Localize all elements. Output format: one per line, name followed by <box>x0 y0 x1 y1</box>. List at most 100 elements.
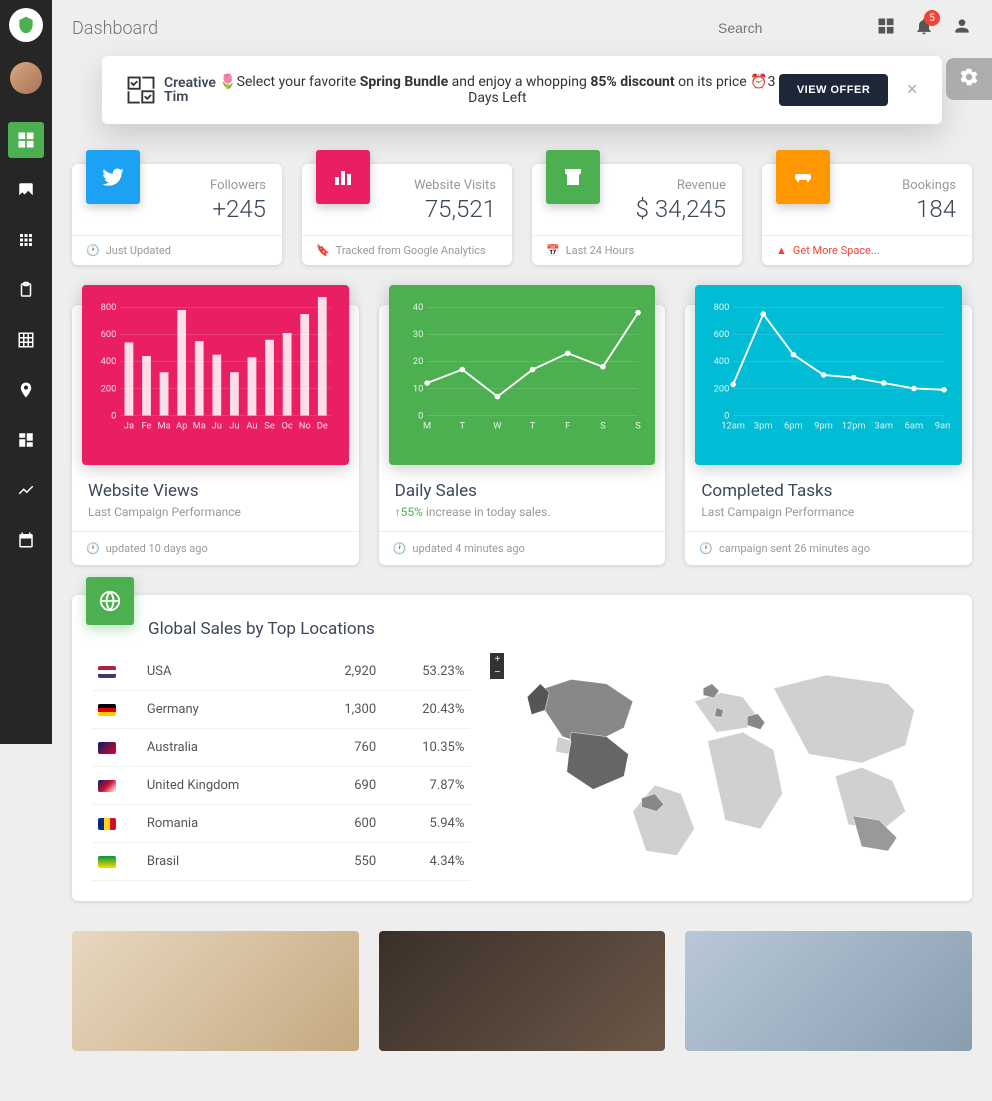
sidebar <box>0 0 52 744</box>
calendar-icon: 📅 <box>546 244 560 257</box>
svg-text:3pm: 3pm <box>754 421 773 432</box>
nav-widgets[interactable] <box>8 422 44 458</box>
nav-image[interactable] <box>8 172 44 208</box>
nav-dashboard[interactable] <box>8 122 44 158</box>
svg-text:200: 200 <box>714 383 730 394</box>
svg-text:Oc: Oc <box>281 421 292 432</box>
weekend-icon <box>776 150 830 204</box>
clock-icon: 🕐 <box>86 542 100 555</box>
nav-apps[interactable] <box>8 222 44 258</box>
user-avatar[interactable] <box>10 62 42 94</box>
search-input[interactable] <box>718 20 858 36</box>
line-chart: 020040060080012am3pm6pm9pm12pm3am6am9am <box>707 297 950 437</box>
svg-text:20: 20 <box>413 356 424 367</box>
stat-revenue: Revenue$ 34,245 📅Last 24 Hours <box>532 164 742 265</box>
svg-text:40: 40 <box>413 302 424 313</box>
svg-text:No: No <box>299 421 311 432</box>
banner-close-icon[interactable]: ✕ <box>906 82 918 98</box>
update-icon: 🕐 <box>86 244 100 257</box>
table-row: Australia76010.35% <box>92 729 470 767</box>
global-sales-card: Global Sales by Top Locations USA2,92053… <box>72 595 972 901</box>
svg-text:Se: Se <box>264 421 275 432</box>
stat-followers: Followers+245 🕐Just Updated <box>72 164 282 265</box>
svg-text:Ma: Ma <box>193 421 206 432</box>
settings-fab[interactable] <box>946 58 992 100</box>
clock-icon: 🕐 <box>699 542 713 555</box>
world-map-svg <box>490 653 952 873</box>
svg-text:S: S <box>635 421 641 432</box>
svg-text:T: T <box>459 421 465 432</box>
svg-text:Au: Au <box>246 421 257 432</box>
view-offer-button[interactable]: VIEW OFFER <box>779 74 888 106</box>
svg-text:6am: 6am <box>905 421 924 432</box>
nav-calendar[interactable] <box>8 522 44 558</box>
clock-icon: 🕐 <box>393 542 407 555</box>
svg-text:M: M <box>423 421 431 432</box>
banner-message: 🌷Select your favorite Spring Bundle and … <box>216 74 779 106</box>
account-icon[interactable] <box>952 16 972 40</box>
line-chart: 010203040MTWTFSS <box>401 297 644 437</box>
svg-text:W: W <box>493 421 502 432</box>
nav-location[interactable] <box>8 372 44 408</box>
stat-visits: Website Visits75,521 🔖Tracked from Googl… <box>302 164 512 265</box>
bar-chart-icon <box>316 150 370 204</box>
image-card-3[interactable] <box>685 931 972 1051</box>
table-row: Brasil5504.34% <box>92 843 470 881</box>
svg-text:12pm: 12pm <box>842 421 866 432</box>
svg-text:6pm: 6pm <box>784 421 803 432</box>
globe-icon <box>86 577 134 625</box>
notifications-icon[interactable]: 5 <box>914 16 934 40</box>
svg-text:30: 30 <box>413 329 424 340</box>
svg-text:600: 600 <box>101 329 117 340</box>
logo[interactable] <box>9 8 43 42</box>
svg-text:9am: 9am <box>935 421 950 432</box>
table-row: USA2,92053.23% <box>92 653 470 691</box>
table-row: Germany1,30020.43% <box>92 691 470 729</box>
tag-icon: 🔖 <box>316 244 330 257</box>
svg-text:400: 400 <box>101 356 117 367</box>
svg-text:800: 800 <box>714 302 730 313</box>
zoom-out-button[interactable]: − <box>490 666 504 679</box>
world-map[interactable]: + − <box>490 653 952 881</box>
promo-banner: CreativeTim 🌷Select your favorite Spring… <box>102 56 942 124</box>
svg-text:Ma: Ma <box>157 421 170 432</box>
sales-table: USA2,92053.23%Germany1,30020.43%Australi… <box>92 653 470 881</box>
svg-text:9pm: 9pm <box>815 421 834 432</box>
nav-grid[interactable] <box>8 322 44 358</box>
zoom-in-button[interactable]: + <box>490 653 504 666</box>
svg-text:Ju: Ju <box>212 421 222 432</box>
bar-chart: 0 200 400 600 800 Ja Fe Ma Ap Ma Ju Ju Au Se Oc No De <box>94 297 337 437</box>
svg-text:600: 600 <box>714 329 730 340</box>
warning-icon: ▲ <box>776 244 787 257</box>
twitter-icon <box>86 150 140 204</box>
page-title: Dashboard <box>72 18 158 39</box>
svg-text:Ap: Ap <box>176 421 187 432</box>
dashboard-icon[interactable] <box>876 16 896 40</box>
svg-text:0: 0 <box>111 410 116 421</box>
svg-text:Ju: Ju <box>229 421 239 432</box>
svg-text:Ja: Ja <box>124 421 134 432</box>
stat-bookings: Bookings184 ▲Get More Space... <box>762 164 972 265</box>
table-row: Romania6005.94% <box>92 805 470 843</box>
svg-text:200: 200 <box>101 383 117 394</box>
table-row: United Kingdom6907.87% <box>92 767 470 805</box>
chart-views: 0200400600800JaFeMaApMaJuJuAuSeOcNoDe We… <box>72 305 359 565</box>
nav-timeline[interactable] <box>8 472 44 508</box>
image-card-1[interactable] <box>72 931 359 1051</box>
svg-text:T: T <box>529 421 535 432</box>
svg-text:10: 10 <box>413 383 424 394</box>
banner-logo: CreativeTim <box>126 75 216 105</box>
svg-text:12am: 12am <box>722 421 746 432</box>
svg-text:800: 800 <box>101 302 117 313</box>
notification-badge: 5 <box>924 10 940 26</box>
nav-clipboard[interactable] <box>8 272 44 308</box>
svg-text:F: F <box>565 421 570 432</box>
chart-sales: 010203040MTWTFSS Daily Sales↑55% increas… <box>379 305 666 565</box>
svg-text:400: 400 <box>714 356 730 367</box>
svg-text:3am: 3am <box>875 421 894 432</box>
svg-text:De: De <box>317 421 328 432</box>
svg-text:S: S <box>600 421 606 432</box>
chart-tasks: 020040060080012am3pm6pm9pm12pm3am6am9am … <box>685 305 972 565</box>
svg-text:Fe: Fe <box>141 421 151 432</box>
image-card-2[interactable] <box>379 931 666 1051</box>
